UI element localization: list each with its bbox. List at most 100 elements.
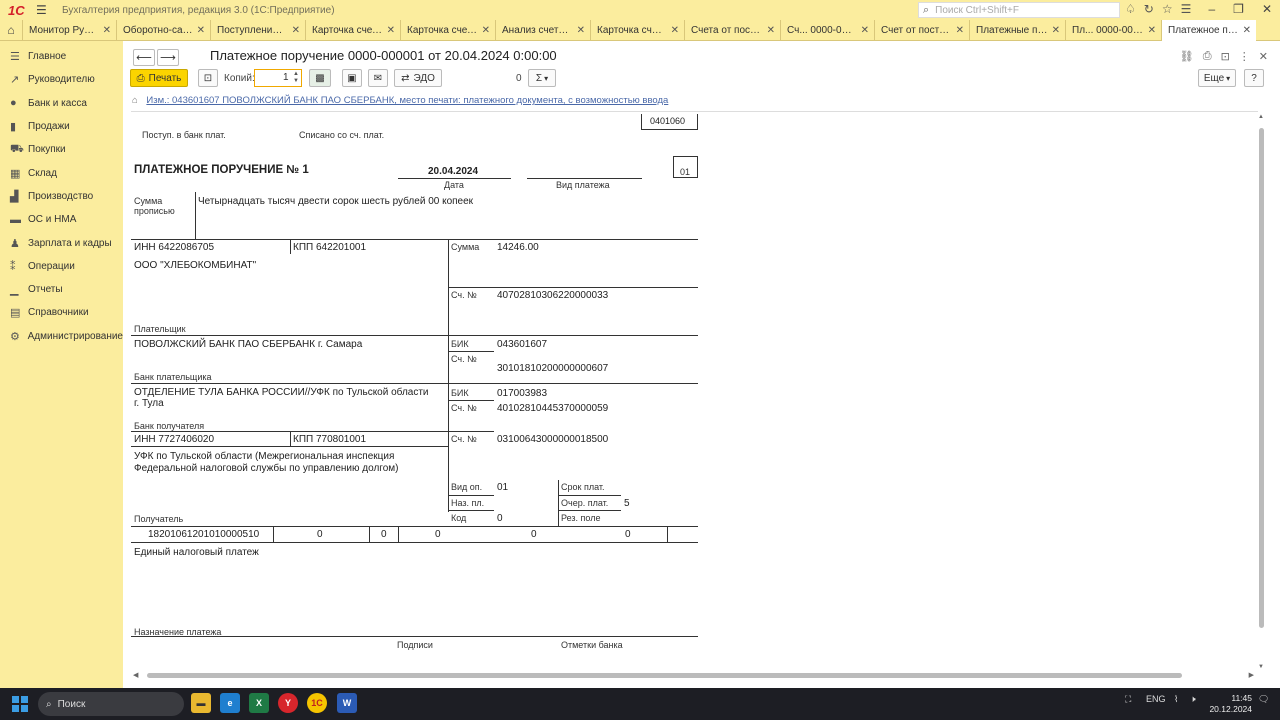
close-tab-icon[interactable]: ✕ [103, 25, 111, 36]
sidebar-item-label: Продажи [28, 121, 70, 133]
sidebar-item-production[interactable]: ▟ Производство [0, 185, 123, 208]
close-tab-icon[interactable]: ✕ [1052, 25, 1060, 36]
tab[interactable]: Счета от постав... ✕ [684, 20, 780, 41]
minimize-icon[interactable]: – [1208, 2, 1215, 16]
email-button[interactable]: ✉ [368, 69, 388, 87]
tab[interactable]: Платежные пор... ✕ [969, 20, 1065, 41]
network-icon[interactable]: ⛶ [1125, 694, 1131, 705]
link-icon[interactable]: ⛓ [1180, 50, 1194, 63]
preview-button[interactable]: ⊡ [198, 69, 218, 87]
scroll-left-icon[interactable]: ◀ [133, 671, 138, 679]
tab[interactable]: Пл... 0000-000001 ✕ [1065, 20, 1161, 41]
zoom-icon[interactable]: ⊡ [1221, 50, 1230, 63]
close-tab-icon[interactable]: ✕ [577, 25, 585, 36]
word-icon[interactable]: W [337, 693, 357, 713]
more-button[interactable]: Еще ▾ [1198, 69, 1236, 87]
notifications-icon[interactable]: 🗨 [1258, 694, 1269, 705]
taskbar: ⌕ Поиск ▬ e X Y 1С W ⛶ ENG ⌇ 🕨 11:45 20.… [0, 688, 1280, 720]
close-tab-icon[interactable]: ✕ [767, 25, 775, 36]
vertical-scrollbar[interactable]: ▲ ▼ [1257, 114, 1267, 670]
more-vertical-icon[interactable]: ⋮ [1239, 50, 1250, 63]
bank-link[interactable]: Изм.: 043601607 ПОВОЛЖСКИЙ БАНК ПАО СБЕР… [146, 95, 668, 106]
user-menu-icon[interactable]: ☰ [1181, 2, 1192, 16]
save-button[interactable]: ▣ [342, 69, 362, 87]
sidebar-item-bank[interactable]: ● Банк и касса [0, 92, 123, 115]
main-menu-icon[interactable]: ☰ [36, 3, 54, 17]
history-icon[interactable]: ↻ [1144, 2, 1154, 16]
sidebar-item-operations[interactable]: ⁑ Операции [0, 255, 123, 278]
home-icon[interactable]: ⌂ [0, 20, 22, 40]
close-tab-icon[interactable]: ✕ [387, 25, 395, 36]
close-tab-icon[interactable]: ✕ [292, 25, 300, 36]
favorites-icon[interactable]: ☆ [1162, 2, 1173, 16]
excel-icon[interactable]: X [249, 693, 269, 713]
scroll-right-icon[interactable]: ▶ [1249, 671, 1254, 679]
tab[interactable]: Оборотно-сальд... ✕ [116, 20, 210, 41]
scroll-thumb[interactable] [1259, 128, 1264, 628]
sidebar-item-catalogs[interactable]: ▤ Справочники [0, 301, 123, 324]
tax-field: 0 [531, 529, 537, 540]
edit-mode-button[interactable]: ▩ [309, 69, 331, 87]
scroll-down-icon[interactable]: ▼ [1258, 664, 1264, 670]
warehouse-icon: ▦ [10, 167, 21, 180]
scroll-up-icon[interactable]: ▲ [1258, 114, 1264, 120]
help-button[interactable]: ? [1244, 69, 1264, 87]
sidebar-item-assets[interactable]: ▬ ОС и НМА [0, 208, 123, 231]
notifications-icon[interactable]: ♤ [1125, 2, 1136, 16]
close-tab-icon[interactable]: ✕ [956, 25, 964, 36]
close-form-icon[interactable]: ✕ [1259, 50, 1268, 63]
close-tab-icon[interactable]: ✕ [1148, 25, 1156, 36]
print-button[interactable]: ⎙ Печать [130, 69, 188, 87]
edo-button[interactable]: ⇄ ЭДО [394, 69, 442, 87]
sidebar-item-label: Покупки [28, 144, 66, 156]
tab[interactable]: Карточка счета ... ✕ [590, 20, 684, 41]
sidebar-item-label: Банк и касса [28, 97, 87, 109]
tab[interactable]: Карточка счета ... ✕ [305, 20, 400, 41]
document-date[interactable]: 20.04.2024 [428, 166, 478, 177]
yandex-browser-icon[interactable]: Y [278, 693, 298, 713]
explorer-icon[interactable]: ▬ [191, 693, 211, 713]
forward-button[interactable]: ⟶ [157, 49, 179, 66]
1c-icon[interactable]: 1С [307, 693, 327, 713]
horizontal-scrollbar[interactable]: ◀ ▶ [131, 671, 1258, 681]
sidebar-item-management[interactable]: ↗ Руководителю [0, 68, 123, 91]
close-tab-icon[interactable]: ✕ [197, 25, 205, 36]
close-tab-icon[interactable]: ✕ [861, 25, 869, 36]
tab-active[interactable]: Платежное пор... ✕ [1161, 20, 1256, 41]
wifi-icon[interactable]: ⌇ [1174, 694, 1178, 705]
clock[interactable]: 11:45 20.12.2024 [1208, 693, 1252, 715]
sidebar-item-admin[interactable]: ⚙ Администрирование [0, 325, 123, 348]
sum-button[interactable]: Σ ▾ [528, 69, 556, 87]
recipient-bank-city: г. Тула [134, 398, 164, 409]
stepper-icon[interactable]: ▲ ▼ [293, 71, 299, 85]
language-indicator[interactable]: ENG [1146, 694, 1166, 704]
taskbar-search[interactable]: ⌕ Поиск [38, 692, 184, 716]
clock-date: 20.12.2024 [1209, 704, 1252, 714]
sidebar-item-reports[interactable]: ▁ Отчеты [0, 278, 123, 301]
tab[interactable]: Анализ счета 6... ✕ [495, 20, 590, 41]
tab[interactable]: Монитор Руково... ✕ [22, 20, 116, 41]
close-tab-icon[interactable]: ✕ [482, 25, 490, 36]
close-window-icon[interactable]: ✕ [1262, 2, 1272, 16]
scroll-thumb[interactable] [147, 673, 1182, 678]
sidebar-item-sales[interactable]: ▮ Продажи [0, 115, 123, 138]
tab[interactable]: Сч... 0000-000001 ✕ [780, 20, 874, 41]
sidebar-item-purchases[interactable]: ⛟ Покупки [0, 138, 123, 161]
person-icon: ♟ [10, 237, 20, 250]
sidebar-item-salary[interactable]: ♟ Зарплата и кадры [0, 231, 123, 254]
close-tab-icon[interactable]: ✕ [671, 25, 679, 36]
windows-start-icon[interactable] [12, 696, 28, 712]
sidebar-item-main[interactable]: ☰ Главное [0, 45, 123, 68]
tab[interactable]: Счет от постав... ✕ [874, 20, 969, 41]
restore-icon[interactable]: ❐ [1233, 2, 1244, 16]
copies-field[interactable]: 1 ▲ ▼ [254, 69, 302, 87]
tab[interactable]: Поступление (а... ✕ [210, 20, 305, 41]
close-tab-icon[interactable]: ✕ [1243, 25, 1251, 36]
volume-icon[interactable]: 🕨 [1190, 694, 1196, 705]
back-button[interactable]: ⟵ [133, 49, 155, 66]
print-icon[interactable]: ⎙ [1203, 50, 1212, 63]
tab[interactable]: Карточка счета ... ✕ [400, 20, 495, 41]
sidebar-item-warehouse[interactable]: ▦ Склад [0, 161, 123, 184]
edge-icon[interactable]: e [220, 693, 240, 713]
global-search-input[interactable]: ⌕ Поиск Ctrl+Shift+F [918, 2, 1120, 18]
